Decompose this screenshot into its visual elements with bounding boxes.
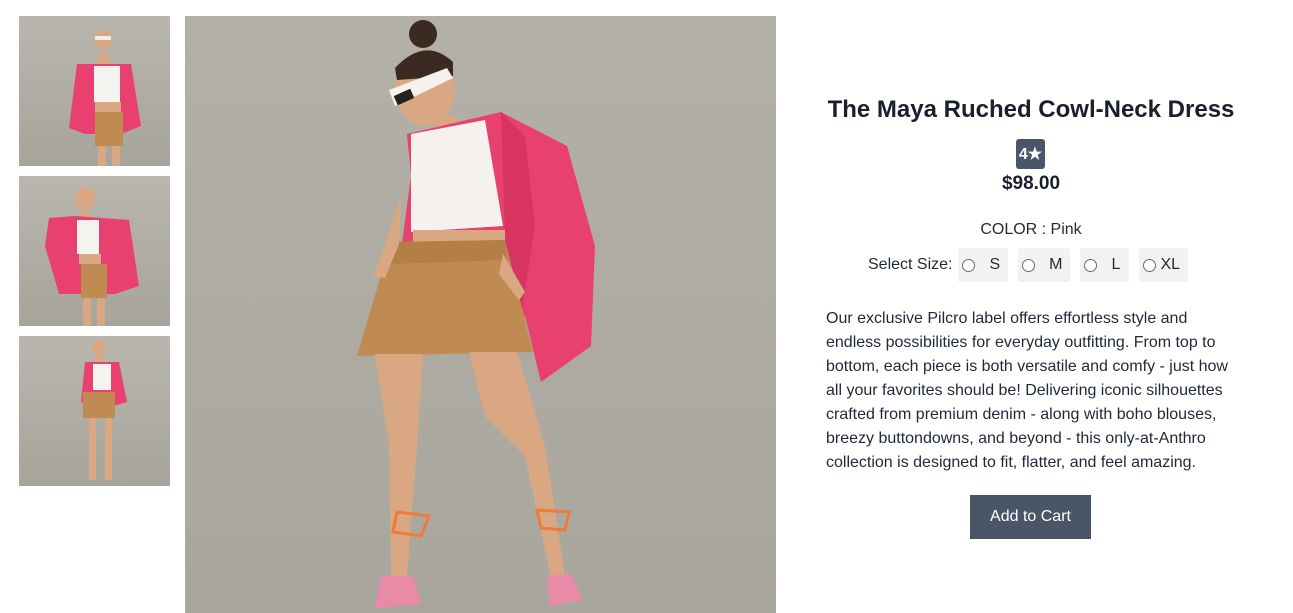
model-photo-icon bbox=[69, 30, 141, 166]
thumbnail-list bbox=[19, 16, 170, 496]
add-to-cart-button[interactable]: Add to Cart bbox=[970, 495, 1091, 539]
product-price: $98.00 bbox=[1001, 173, 1061, 194]
color-label: COLOR : Pink bbox=[980, 221, 1082, 238]
product-title: The Maya Ruched Cowl-Neck Dress bbox=[827, 96, 1235, 123]
model-photo-icon bbox=[45, 187, 139, 326]
radio-icon[interactable] bbox=[962, 258, 976, 272]
size-option-l[interactable]: L bbox=[1080, 248, 1130, 282]
rating-badge: 4★ bbox=[1016, 139, 1045, 169]
size-option-s[interactable]: S bbox=[958, 248, 1009, 282]
size-option-xl[interactable]: XL bbox=[1139, 248, 1189, 282]
thumbnail-2[interactable] bbox=[19, 176, 170, 326]
model-photo-icon bbox=[81, 340, 127, 480]
size-option-label: S bbox=[989, 256, 1001, 273]
product-description: Our exclusive Pilcro label offers effort… bbox=[826, 310, 1228, 471]
radio-icon[interactable] bbox=[1084, 258, 1098, 272]
main-product-image bbox=[185, 16, 776, 613]
size-option-m[interactable]: M bbox=[1018, 248, 1071, 282]
thumbnail-1[interactable] bbox=[19, 16, 170, 166]
radio-icon[interactable] bbox=[1022, 258, 1036, 272]
model-photo-icon bbox=[357, 20, 595, 608]
size-option-label: L bbox=[1111, 256, 1121, 273]
size-option-label: M bbox=[1049, 256, 1063, 273]
size-option-label: XL bbox=[1160, 256, 1181, 273]
size-label: Select Size: bbox=[868, 256, 953, 273]
thumbnail-3[interactable] bbox=[19, 336, 170, 486]
radio-icon[interactable] bbox=[1143, 258, 1157, 272]
size-selector: Select Size: S M L XL bbox=[868, 248, 1198, 282]
